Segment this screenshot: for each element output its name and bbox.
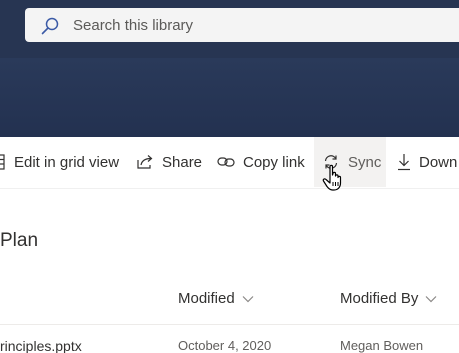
share-button[interactable]: Share — [136, 137, 202, 187]
download-button[interactable]: Down — [397, 137, 457, 187]
search-icon — [41, 17, 59, 35]
modified-date: October 4, 2020 — [178, 338, 272, 353]
row-divider — [0, 324, 459, 325]
edit-grid-view-button[interactable]: Edit in grid view — [0, 137, 126, 187]
share-label: Share — [162, 153, 203, 171]
column-header-modified-label: Modified — [178, 290, 235, 307]
modified-by-name[interactable]: Megan Bowen — [340, 338, 423, 353]
chevron-down-icon — [425, 295, 437, 302]
hand-cursor-icon — [322, 164, 342, 191]
copy-link-label: Copy link — [243, 153, 305, 171]
chevron-down-icon — [242, 295, 254, 302]
column-header-modified[interactable]: Modified — [178, 290, 254, 307]
section-title: Plan — [0, 230, 39, 251]
search-input[interactable]: Search this library — [25, 8, 459, 42]
search-placeholder: Search this library — [73, 17, 194, 34]
file-name-link[interactable]: rinciples.pptx — [0, 338, 82, 353]
copy-link-button[interactable]: Copy link — [217, 137, 305, 187]
grid-icon — [0, 154, 5, 170]
download-label: Down — [419, 153, 458, 171]
column-header-modified-by[interactable]: Modified By — [340, 290, 437, 307]
edit-grid-view-label: Edit in grid view — [14, 153, 120, 171]
sync-label: Sync — [348, 153, 382, 171]
suite-header: Search this library — [0, 0, 459, 137]
column-header-modified-by-label: Modified By — [340, 290, 419, 307]
command-bar: Edit in grid view Share Copy link Sync D… — [0, 137, 459, 189]
download-icon — [398, 154, 410, 171]
share-icon — [137, 155, 153, 169]
link-icon — [217, 157, 235, 167]
header-banner — [0, 58, 459, 137]
